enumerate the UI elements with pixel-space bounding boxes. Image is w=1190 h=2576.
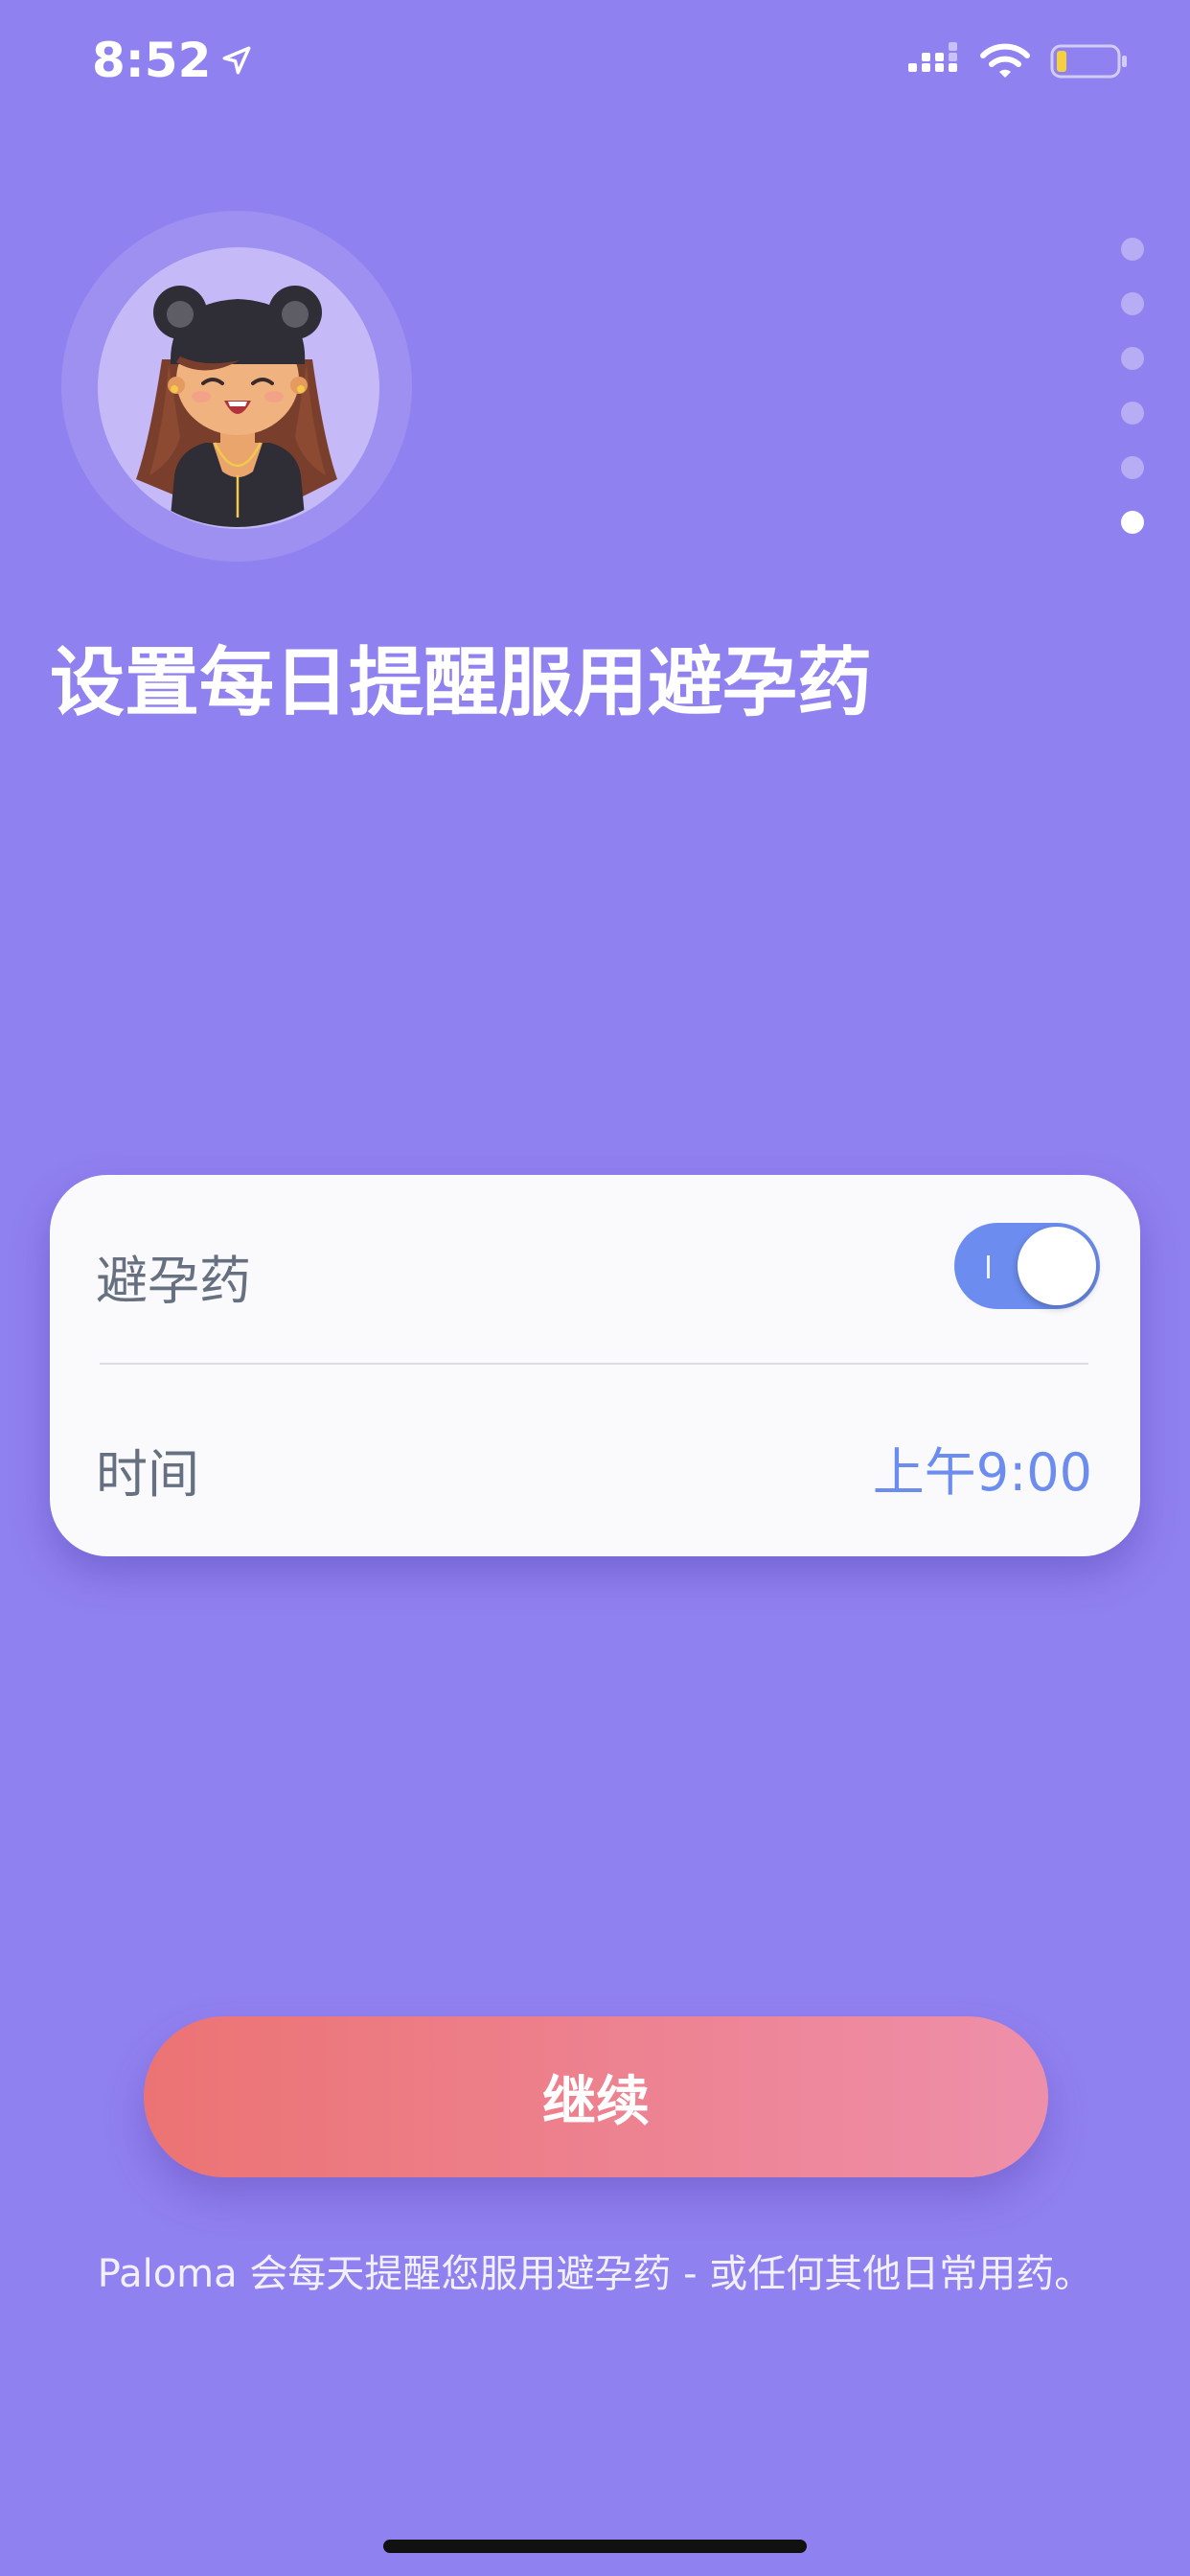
page-dot[interactable] bbox=[1121, 456, 1144, 479]
avatar-illustration bbox=[136, 286, 337, 527]
page-indicator bbox=[1121, 238, 1144, 534]
location-arrow-icon bbox=[222, 46, 251, 75]
page-dot[interactable] bbox=[1121, 292, 1144, 315]
page-title: 设置每日提醒服用避孕药 bbox=[50, 640, 873, 726]
pill-reminder-toggle[interactable] bbox=[954, 1223, 1100, 1309]
cellular-signal-icon bbox=[908, 42, 957, 72]
page-dot[interactable] bbox=[1121, 347, 1144, 370]
reminder-time-picker[interactable]: 上午9:00 bbox=[873, 1430, 1092, 1506]
continue-button[interactable]: 继续 bbox=[144, 2016, 1048, 2177]
toggle-knob bbox=[1018, 1227, 1096, 1305]
page-dot[interactable] bbox=[1121, 238, 1144, 261]
pill-reminder-label: 避孕药 bbox=[96, 1251, 251, 1311]
reminder-settings-card: 避孕药 时间 上午9:00 bbox=[50, 1175, 1140, 1556]
page-dot-active[interactable] bbox=[1121, 511, 1144, 534]
time-label: 时间 bbox=[96, 1444, 199, 1505]
toggle-on-indicator bbox=[987, 1255, 990, 1278]
footer-note: Paloma 会每天提醒您服用避孕药 - 或任何其他日常用药。 bbox=[97, 2252, 1093, 2296]
wifi-icon bbox=[980, 43, 1030, 78]
status-bar-indicators bbox=[906, 42, 1129, 80]
continue-button-label: 继续 bbox=[542, 2070, 650, 2133]
home-indicator[interactable] bbox=[383, 2540, 807, 2553]
status-bar-time: 8:52 bbox=[92, 33, 253, 88]
page-dot[interactable] bbox=[1121, 402, 1144, 425]
divider bbox=[100, 1363, 1088, 1365]
battery-icon bbox=[1050, 44, 1127, 79]
clock-text: 8:52 bbox=[92, 33, 212, 88]
